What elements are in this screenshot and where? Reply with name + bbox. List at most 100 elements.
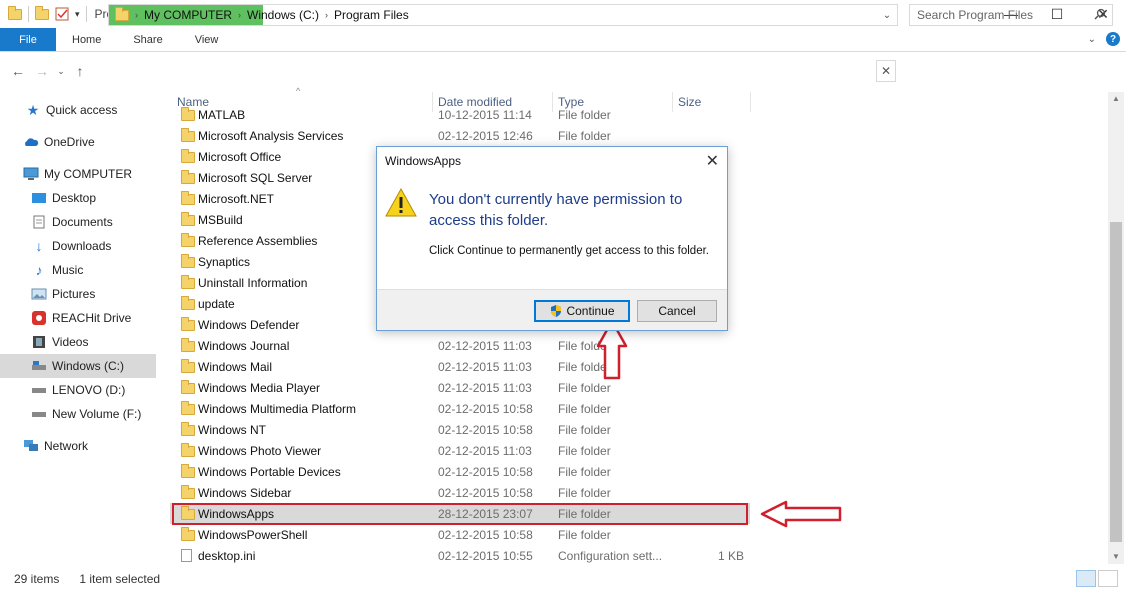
sidebar-item-reachit-drive[interactable]: REACHit Drive bbox=[0, 306, 156, 330]
table-row[interactable]: Windows Sidebar 02-12-2015 10:58 File fold… bbox=[170, 482, 750, 503]
folder-icon bbox=[181, 464, 195, 478]
address-dropdown-icon[interactable]: ⌄ bbox=[877, 5, 897, 25]
folder-icon bbox=[181, 317, 195, 331]
expand-ribbon-icon[interactable]: ⌄ bbox=[1088, 34, 1096, 45]
file-name: Microsoft.NET bbox=[198, 191, 275, 206]
file-name: Microsoft SQL Server bbox=[198, 170, 313, 185]
sidebar-item-lenovo-d[interactable]: LENOVO (D:) bbox=[0, 378, 156, 402]
search-input[interactable]: Search Program Files bbox=[909, 4, 1113, 26]
table-row[interactable]: WindowsPowerShell 02-12-2015 10:58 File fo… bbox=[170, 524, 750, 545]
folder-icon bbox=[181, 212, 195, 226]
sidebar-item-quick-access[interactable]: ★ Quick access bbox=[0, 98, 156, 122]
new-folder-icon[interactable] bbox=[35, 5, 49, 20]
sidebar-item-label: Desktop bbox=[52, 191, 97, 205]
table-row[interactable]: desktop.ini 02-12-2015 10:55 Configuration… bbox=[170, 545, 750, 564]
sidebar-item-downloads[interactable]: ↓ Downloads bbox=[0, 234, 156, 258]
sidebar-item-pictures[interactable]: Pictures bbox=[0, 282, 156, 306]
table-row[interactable]: Windows Mail 02-12-2015 11:03 File folder bbox=[170, 356, 750, 377]
network-icon bbox=[23, 439, 39, 453]
status-bar: 29 items 1 item selected bbox=[0, 568, 1126, 590]
table-row[interactable]: MATLAB 10-12-2015 11:14 File folder bbox=[170, 104, 750, 125]
large-icons-view-icon[interactable] bbox=[1098, 570, 1118, 587]
sidebar-item-label: Windows (C:) bbox=[52, 359, 125, 373]
details-view-icon[interactable] bbox=[1076, 570, 1096, 587]
file-date-modified: 02-12-2015 10:58 bbox=[438, 485, 533, 500]
drive-icon bbox=[31, 311, 47, 325]
back-arrow-icon[interactable]: ← bbox=[6, 63, 30, 79]
folder-icon bbox=[181, 422, 195, 436]
file-name: Windows Sidebar bbox=[198, 485, 292, 500]
sidebar-item-label: Music bbox=[52, 263, 84, 277]
recent-locations-icon[interactable]: ⌄ bbox=[54, 66, 68, 77]
sidebar-item-onedrive[interactable]: OneDrive bbox=[0, 130, 156, 154]
folder-icon bbox=[181, 296, 195, 310]
file-type: File folder bbox=[558, 464, 611, 479]
dialog-message: You don't currently have permission to a… bbox=[429, 191, 683, 229]
customize-dropdown-icon[interactable]: ▾ bbox=[75, 9, 80, 20]
breadcrumb-my-computer[interactable]: My COMPUTER bbox=[138, 8, 238, 22]
address-bar[interactable]: › My COMPUTER › Windows (C:) › Program F… bbox=[108, 4, 898, 26]
folder-icon bbox=[115, 6, 129, 21]
file-name: Windows NT bbox=[198, 422, 267, 437]
search-icon[interactable] bbox=[1094, 8, 1106, 20]
tab-home[interactable]: Home bbox=[56, 28, 117, 51]
continue-button[interactable]: Continue bbox=[534, 300, 630, 322]
file-name: Microsoft Office bbox=[198, 149, 282, 164]
pictures-icon bbox=[31, 287, 47, 301]
file-date-modified: 10-12-2015 11:14 bbox=[438, 107, 532, 122]
annotation-highlight-box bbox=[172, 503, 748, 525]
documents-icon bbox=[31, 215, 47, 229]
help-icon[interactable]: ? bbox=[1106, 32, 1120, 46]
dialog-close-button[interactable]: ✕ bbox=[706, 151, 719, 171]
file-name: Microsoft Analysis Services bbox=[198, 128, 344, 143]
table-row[interactable]: Windows Portable Devices 02-12-2015 10:58… bbox=[170, 461, 750, 482]
navigation-bar: ← → ⌄ ↑ bbox=[0, 56, 1126, 86]
tab-file[interactable]: File bbox=[0, 28, 56, 51]
properties-icon[interactable] bbox=[55, 7, 69, 21]
quick-access-toolbar: ▾ bbox=[0, 5, 87, 22]
sidebar-item-documents[interactable]: Documents bbox=[0, 210, 156, 234]
vertical-scrollbar[interactable]: ▲ ▼ bbox=[1108, 92, 1124, 564]
file-date-modified: 02-12-2015 11:03 bbox=[438, 359, 532, 374]
file-size: 1 KB bbox=[717, 548, 744, 563]
sidebar-item-my-computer[interactable]: My COMPUTER bbox=[0, 162, 156, 186]
cancel-button[interactable]: Cancel bbox=[637, 300, 717, 322]
sidebar-item-desktop[interactable]: Desktop bbox=[0, 186, 156, 210]
file-name: Windows Multimedia Platform bbox=[198, 401, 357, 416]
file-name: Windows Journal bbox=[198, 338, 290, 353]
table-row[interactable]: Microsoft Analysis Services 02-12-2015 12… bbox=[170, 125, 750, 146]
scroll-down-icon[interactable]: ▼ bbox=[1108, 552, 1124, 561]
file-date-modified: 02-12-2015 11:03 bbox=[438, 338, 532, 353]
continue-label: Continue bbox=[566, 304, 615, 318]
breadcrumb-program-files[interactable]: Program Files bbox=[328, 8, 415, 22]
sidebar-item-videos[interactable]: Videos bbox=[0, 330, 156, 354]
table-row[interactable]: Windows Media Player 02-12-2015 11:03 File… bbox=[170, 377, 750, 398]
forward-arrow-icon[interactable]: → bbox=[30, 63, 54, 79]
tab-view[interactable]: View bbox=[179, 28, 235, 51]
sidebar-item-new-volume-f[interactable]: New Volume (F:) bbox=[0, 402, 156, 426]
scroll-up-icon[interactable]: ▲ bbox=[1108, 94, 1124, 103]
tab-share[interactable]: Share bbox=[117, 28, 178, 51]
file-type: File folder bbox=[558, 107, 611, 122]
table-row[interactable]: Windows NT 02-12-2015 10:58 File folder bbox=[170, 419, 750, 440]
table-row[interactable]: Windows Photo Viewer 02-12-2015 11:03 File… bbox=[170, 440, 750, 461]
file-name: Windows Defender bbox=[198, 317, 300, 332]
file-date-modified: 02-12-2015 11:03 bbox=[438, 380, 532, 395]
file-type: File folder bbox=[558, 485, 611, 500]
table-row[interactable]: Windows Multimedia Platform 02-12-2015 10… bbox=[170, 398, 750, 419]
sidebar-item-music[interactable]: ♪ Music bbox=[0, 258, 156, 282]
file-type: File folder bbox=[558, 401, 611, 416]
scrollbar-thumb[interactable] bbox=[1110, 222, 1122, 542]
file-name: MSBuild bbox=[198, 212, 243, 227]
sidebar-item-windows-c[interactable]: Windows (C:) bbox=[0, 354, 156, 378]
table-row[interactable]: Windows Journal 02-12-2015 11:03 File fold… bbox=[170, 335, 750, 356]
breadcrumb-windows-c[interactable]: Windows (C:) bbox=[241, 8, 325, 22]
sidebar-item-network[interactable]: Network bbox=[0, 434, 156, 458]
clear-address-icon[interactable]: ✕ bbox=[876, 60, 896, 82]
file-date-modified: 02-12-2015 10:58 bbox=[438, 422, 533, 437]
warning-icon bbox=[385, 187, 417, 217]
up-arrow-icon[interactable]: ↑ bbox=[68, 63, 92, 79]
computer-icon bbox=[23, 167, 39, 181]
file-name: Windows Photo Viewer bbox=[198, 443, 322, 458]
selection-count: 1 item selected bbox=[79, 572, 161, 586]
